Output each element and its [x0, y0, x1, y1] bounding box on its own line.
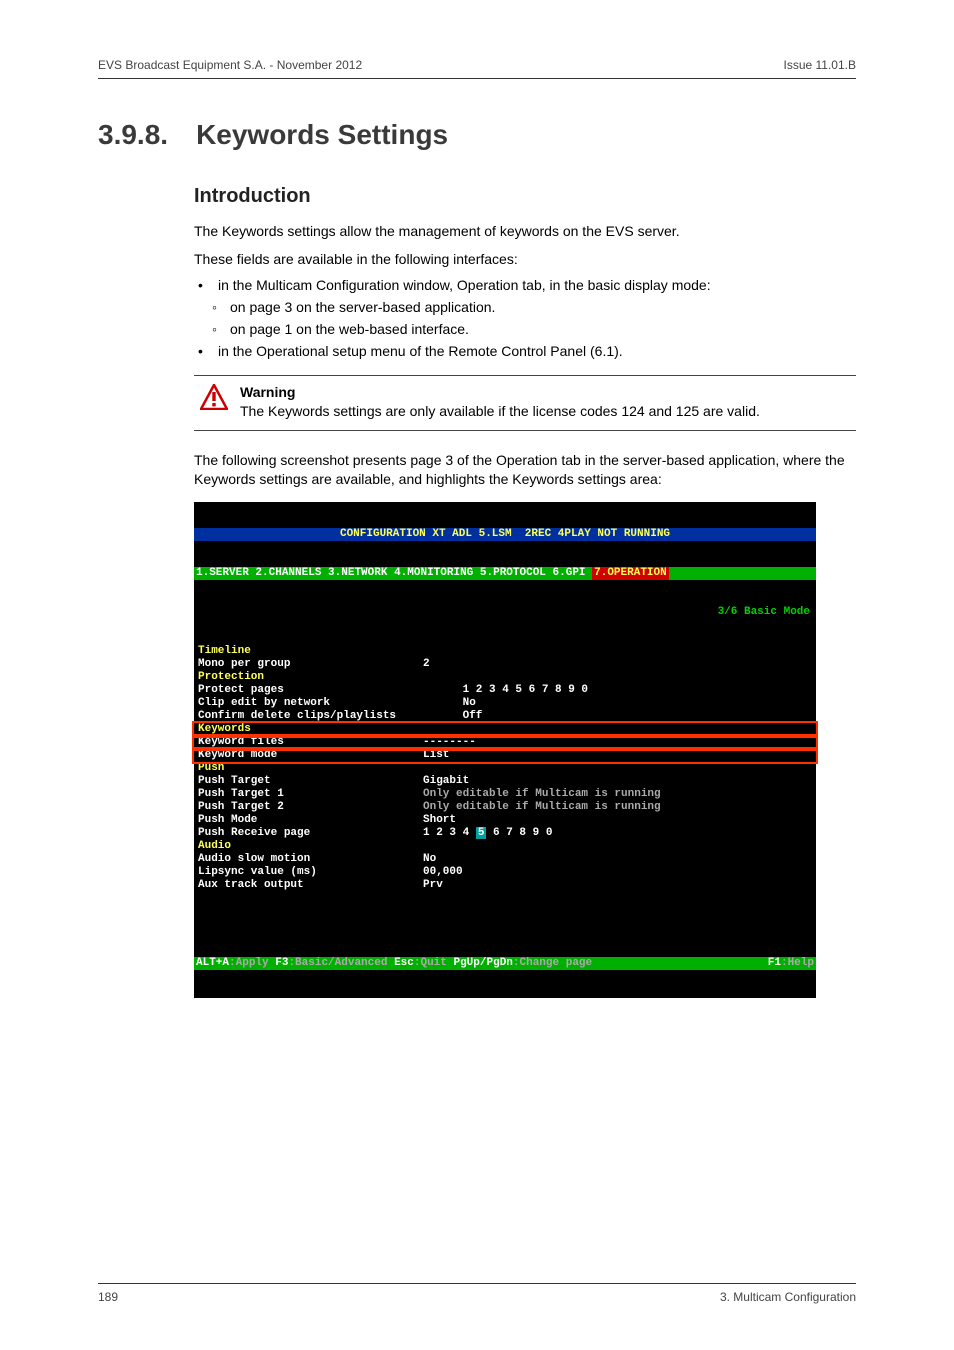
terminal-hotkey: ALT+A: [196, 957, 229, 970]
terminal-tab: 7.OPERATION: [592, 567, 669, 580]
terminal-hotkey: PgUp/PgDn: [453, 957, 512, 970]
terminal-hotkey-label: :Apply: [229, 957, 275, 970]
bullet-remote-panel: in the Operational setup menu of the Rem…: [214, 343, 856, 359]
terminal-section-head: Timeline: [194, 645, 816, 658]
terminal-tabs: 1.SERVER 2.CHANNELS 3.NETWORK 4.MONITORI…: [194, 567, 816, 580]
terminal-hotkey: Esc: [394, 957, 414, 970]
terminal-row: Protect pages 1 2 3 4 5 6 7 8 9 0: [194, 684, 816, 697]
terminal-row: Keyword modeList: [194, 749, 816, 762]
terminal-section-head: Audio: [194, 840, 816, 853]
terminal-row: Push Target 1Only editable if Multicam i…: [194, 788, 816, 801]
bullet-multicam: in the Multicam Configuration window, Op…: [214, 277, 856, 293]
terminal-row: Mono per group2: [194, 658, 816, 671]
intro-heading: Introduction: [194, 185, 856, 208]
terminal-hotkey-label: :Quit: [414, 957, 454, 970]
terminal-tab: 3.NETWORK: [328, 567, 394, 580]
terminal-tab: 4.MONITORING: [394, 567, 480, 580]
terminal-mode: 3/6 Basic Mode: [194, 606, 816, 619]
terminal-row: Keyword files--------: [194, 736, 816, 749]
intro-p2: These fields are available in the follow…: [194, 250, 856, 270]
terminal-row: Push TargetGigabit: [194, 775, 816, 788]
terminal-hotkey-label: :Basic/Advanced: [288, 957, 394, 970]
terminal-row: Audio slow motionNo: [194, 853, 816, 866]
terminal-hotkey: F3: [275, 957, 288, 970]
terminal-row: Clip edit by network No: [194, 697, 816, 710]
terminal-tab: 2.CHANNELS: [255, 567, 328, 580]
bullet-server-app: on page 3 on the server-based applicatio…: [230, 299, 856, 315]
terminal-section-head: Push: [194, 762, 816, 775]
warning-icon: [200, 384, 228, 410]
terminal-section-head: Protection: [194, 671, 816, 684]
terminal-row: Lipsync value (ms)00,000: [194, 866, 816, 879]
terminal-bottom-bar: ALT+A:Apply F3:Basic/Advanced Esc:Quit P…: [194, 957, 816, 970]
section-title: Keywords Settings: [196, 119, 448, 151]
header-right: Issue 11.01.B: [784, 58, 857, 72]
warning-box: Warning The Keywords settings are only a…: [194, 375, 856, 431]
footer-chapter: 3. Multicam Configuration: [720, 1290, 856, 1304]
terminal-tab: 5.PROTOCOL: [480, 567, 553, 580]
terminal-row: Aux track outputPrv: [194, 879, 816, 892]
terminal-tab: 6.GPI: [553, 567, 593, 580]
terminal-hotkey-label: :Change page: [513, 957, 592, 970]
warning-text: The Keywords settings are only available…: [240, 402, 760, 422]
section-number: 3.9.8.: [98, 119, 168, 151]
terminal-tab: 1.SERVER: [196, 567, 255, 580]
header-rule: [98, 78, 856, 79]
terminal-row: Confirm delete clips/playlists Off: [194, 710, 816, 723]
terminal-hotkey: F1: [768, 957, 781, 970]
footer-page-number: 189: [98, 1290, 118, 1304]
header-left: EVS Broadcast Equipment S.A. - November …: [98, 58, 362, 72]
terminal-title: CONFIGURATION XT ADL 5.LSM 2REC 4PLAY NO…: [194, 528, 816, 541]
bullet-web-interface: on page 1 on the web-based interface.: [230, 321, 856, 337]
warning-title: Warning: [240, 384, 760, 400]
terminal-screenshot: CONFIGURATION XT ADL 5.LSM 2REC 4PLAY NO…: [194, 502, 816, 998]
terminal-row: Push Receive page1 2 3 4 5 6 7 8 9 0: [194, 827, 816, 840]
terminal-hotkey-label: :Help: [781, 957, 814, 970]
terminal-section-head: Keywords: [194, 723, 816, 736]
intro-p1: The Keywords settings allow the manageme…: [194, 222, 856, 242]
followup-para: The following screenshot presents page 3…: [194, 451, 856, 490]
terminal-row: Push Target 2Only editable if Multicam i…: [194, 801, 816, 814]
terminal-row: Push ModeShort: [194, 814, 816, 827]
terminal-blank: [194, 918, 816, 931]
